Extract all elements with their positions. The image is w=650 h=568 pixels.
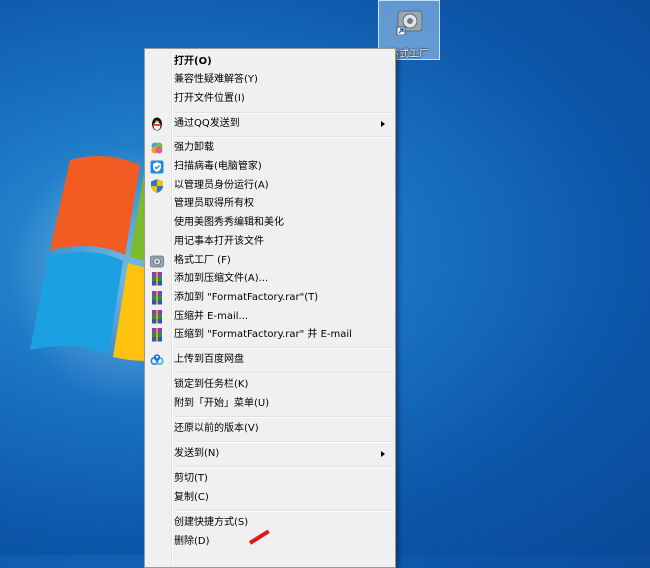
menu-item-open[interactable]: 打开(O)	[147, 53, 393, 71]
format-factory-icon	[150, 255, 164, 268]
menu-item-label: 剪切(T)	[174, 473, 208, 484]
menu-item-label: 锁定到任务栏(K)	[174, 379, 249, 390]
menu-separator	[175, 136, 393, 138]
menu-item-label: 添加到压缩文件(A)...	[174, 273, 269, 284]
menu-item-compress-email[interactable]: 压缩并 E-mail...	[147, 308, 393, 326]
menu-item-force-uninstall[interactable]: 强力卸载	[147, 139, 393, 157]
uninstall-icon	[151, 142, 163, 154]
menu-item-send-via-qq[interactable]: 通过QQ发送到	[147, 115, 393, 133]
menu-item-add-to-rar[interactable]: 添加到 "FormatFactory.rar"(T)	[147, 289, 393, 307]
menu-separator	[175, 372, 393, 374]
menu-item-label: 强力卸载	[174, 142, 214, 153]
menu-item-label: 复制(C)	[174, 492, 209, 503]
menu-item-label: 用记事本打开该文件	[174, 236, 264, 247]
menu-item-cut[interactable]: 剪切(T)	[147, 470, 393, 488]
context-menu: 打开(O) 兼容性疑难解答(Y) 打开文件位置(I) 通过QQ发送到 强力卸载	[144, 48, 396, 568]
uac-shield-icon	[151, 179, 163, 193]
menu-separator	[175, 347, 393, 349]
menu-item-send-to[interactable]: 发送到(N)	[147, 445, 393, 463]
menu-item-label: 以管理员身份运行(A)	[174, 180, 269, 191]
menu-item-label: 格式工厂 (F)	[174, 255, 231, 266]
menu-item-label: 扫描病毒(电脑管家)	[174, 161, 262, 172]
menu-item-label: 创建快捷方式(S)	[174, 517, 249, 528]
menu-item-label: 压缩并 E-mail...	[174, 311, 249, 322]
menu-item-label: 上传到百度网盘	[174, 354, 244, 365]
shield-icon	[150, 160, 164, 174]
menu-item-copy[interactable]: 复制(C)	[147, 489, 393, 507]
menu-item-compress-rar-email[interactable]: 压缩到 "FormatFactory.rar" 并 E-mail	[147, 326, 393, 344]
menu-separator	[175, 510, 393, 512]
menu-item-label: 管理员取得所有权	[174, 198, 254, 209]
menu-separator	[175, 441, 393, 443]
menu-item-delete[interactable]: 删除(D)	[147, 533, 393, 551]
menu-item-take-ownership[interactable]: 管理员取得所有权	[147, 195, 393, 213]
menu-item-format-factory[interactable]: 格式工厂 (F)	[147, 252, 393, 270]
menu-item-label: 兼容性疑难解答(Y)	[174, 74, 258, 85]
winrar-icon	[152, 272, 162, 286]
qq-penguin-icon	[152, 117, 162, 131]
menu-item-label: 打开(O)	[174, 56, 212, 67]
menu-separator	[175, 416, 393, 418]
menu-item-label: 删除(D)	[174, 536, 210, 547]
winrar-icon	[152, 328, 162, 342]
menu-item-restore-versions[interactable]: 还原以前的版本(V)	[147, 420, 393, 438]
menu-item-add-to-archive[interactable]: 添加到压缩文件(A)...	[147, 270, 393, 288]
submenu-arrow-icon	[381, 451, 385, 457]
menu-item-label: 压缩到 "FormatFactory.rar" 并 E-mail	[174, 329, 352, 340]
menu-item-open-file-location[interactable]: 打开文件位置(I)	[147, 90, 393, 108]
menu-item-label: 通过QQ发送到	[174, 118, 240, 129]
menu-item-upload-baidu[interactable]: 上传到百度网盘	[147, 351, 393, 369]
menu-separator	[175, 112, 393, 114]
menu-separator	[175, 466, 393, 468]
submenu-arrow-icon	[381, 121, 385, 127]
menu-item-run-as-admin[interactable]: 以管理员身份运行(A)	[147, 177, 393, 195]
baidu-netdisk-icon	[150, 354, 164, 366]
menu-item-virus-scan[interactable]: 扫描病毒(电脑管家)	[147, 158, 393, 176]
menu-item-compat-troubleshoot[interactable]: 兼容性疑难解答(Y)	[147, 71, 393, 89]
menu-item-label: 发送到(N)	[174, 448, 220, 459]
menu-item-meitu-edit[interactable]: 使用美图秀秀编辑和美化	[147, 214, 393, 232]
winrar-icon	[152, 310, 162, 324]
menu-item-create-shortcut[interactable]: 创建快捷方式(S)	[147, 514, 393, 532]
winrar-icon	[152, 291, 162, 305]
menu-item-label: 附到「开始」菜单(U)	[174, 398, 270, 409]
menu-item-label: 使用美图秀秀编辑和美化	[174, 217, 284, 228]
format-factory-icon	[396, 10, 423, 35]
menu-item-pin-start[interactable]: 附到「开始」菜单(U)	[147, 395, 393, 413]
menu-item-label: 打开文件位置(I)	[174, 93, 245, 104]
menu-item-open-notepad[interactable]: 用记事本打开该文件	[147, 233, 393, 251]
menu-item-pin-taskbar[interactable]: 锁定到任务栏(K)	[147, 376, 393, 394]
menu-item-label: 还原以前的版本(V)	[174, 423, 259, 434]
menu-item-label: 添加到 "FormatFactory.rar"(T)	[174, 292, 319, 303]
